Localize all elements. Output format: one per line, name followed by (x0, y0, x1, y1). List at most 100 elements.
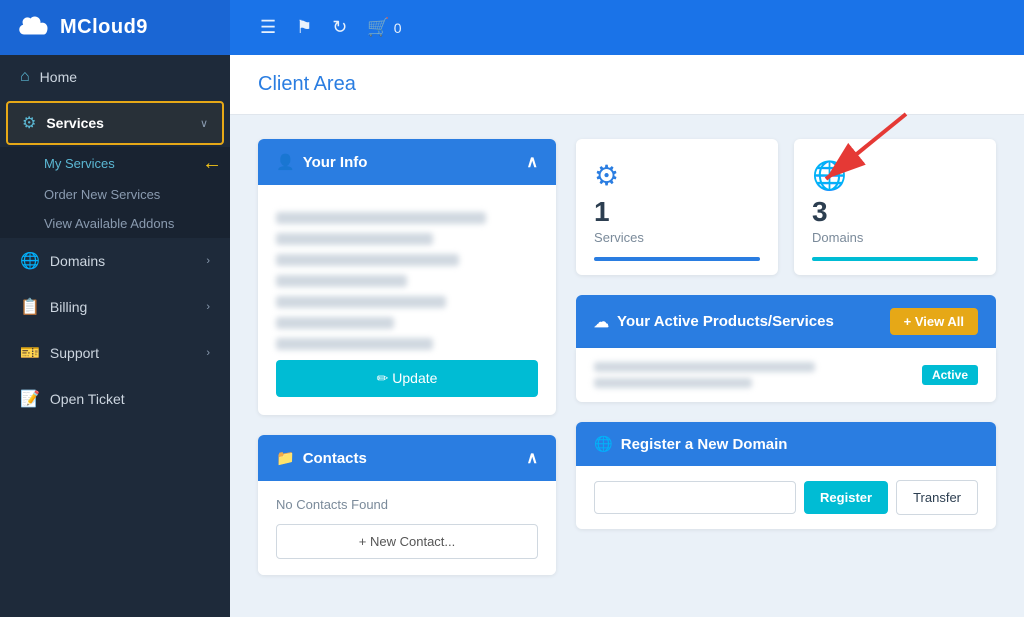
view-all-button[interactable]: + View All (890, 308, 978, 335)
logo-icon (16, 16, 52, 40)
view-addons-label: View Available Addons (44, 216, 174, 231)
yellow-arrow-annotation: ← (202, 152, 222, 175)
active-products-body: Active (576, 348, 996, 402)
your-info-collapse-btn[interactable]: ∧ (526, 152, 538, 172)
support-icon: 🎫 (20, 343, 40, 363)
order-new-label: Order New Services (44, 187, 160, 202)
contacts-header-left: 📁 Contacts (276, 449, 367, 467)
sidebar-item-domains[interactable]: 🌐 Domains › (0, 238, 230, 284)
contacts-collapse-btn[interactable]: ∧ (526, 448, 538, 468)
domains-stat-label: Domains (812, 230, 863, 245)
services-gear-icon: ⚙ (22, 113, 36, 133)
sidebar: ⌂ Home ⚙ Services ∨ My Services ← Order … (0, 55, 230, 617)
active-products-icon: ☁ (594, 313, 609, 331)
right-column: ⚙ 1 Services 🌐 3 Domains (576, 139, 996, 595)
contacts-body: No Contacts Found + New Contact... (258, 481, 556, 575)
sidebar-domains-label: Domains (50, 253, 196, 269)
your-info-body: ✏ Update (258, 185, 556, 415)
domains-stat-card: 🌐 3 Domains (794, 139, 996, 275)
page-title: Client Area (258, 73, 356, 95)
stats-section: ⚙ 1 Services 🌐 3 Domains (576, 139, 996, 275)
nav-icons: ☰ ⚑ ↻ 🛒 0 (260, 17, 402, 38)
new-contact-button[interactable]: + New Contact... (276, 524, 538, 559)
sidebar-item-my-services[interactable]: My Services ← (0, 147, 230, 180)
services-submenu: My Services ← Order New Services View Av… (0, 147, 230, 238)
contacts-card: 📁 Contacts ∧ No Contacts Found + New Con… (258, 435, 556, 575)
product-line-1 (594, 362, 815, 372)
sidebar-item-home[interactable]: ⌂ Home (0, 55, 230, 99)
update-button[interactable]: ✏ Update (276, 360, 538, 397)
info-line-4 (276, 275, 407, 287)
refresh-button[interactable]: ↻ (332, 17, 347, 38)
services-stat-card: ⚙ 1 Services (576, 139, 778, 275)
sidebar-item-billing[interactable]: 📋 Billing › (0, 284, 230, 330)
cart-button[interactable]: 🛒 0 (367, 17, 401, 38)
my-services-label: My Services (44, 156, 115, 171)
product-info (594, 362, 910, 388)
logo-area: MCloud9 (0, 0, 230, 55)
cart-count: 0 (394, 20, 402, 36)
ticket-icon: 📝 (20, 389, 40, 409)
services-chevron-icon: ∨ (200, 117, 208, 130)
sidebar-item-order-new[interactable]: Order New Services (0, 180, 230, 209)
no-contacts-text: No Contacts Found (276, 497, 538, 512)
your-info-title: Your Info (303, 154, 368, 171)
cart-icon: 🛒 (367, 17, 389, 38)
domains-progress-bar (812, 257, 978, 261)
active-status-badge: Active (922, 365, 978, 385)
sidebar-support-label: Support (50, 345, 196, 361)
services-stat-label: Services (594, 230, 644, 245)
support-chevron-icon: › (206, 347, 210, 359)
flag-button[interactable]: ⚑ (296, 17, 312, 38)
info-line-1 (276, 212, 486, 224)
page-header: Client Area (230, 55, 1024, 115)
user-icon: 👤 (276, 153, 295, 171)
domains-stat-icon: 🌐 (812, 159, 847, 192)
app-name: MCloud9 (60, 16, 148, 39)
content-area: Client Area 👤 Your Info ∧ (230, 55, 1024, 617)
sidebar-item-open-ticket[interactable]: 📝 Open Ticket (0, 376, 230, 422)
globe-icon: 🌐 (20, 251, 40, 271)
services-stat-icon: ⚙ (594, 159, 619, 192)
your-info-header-left: 👤 Your Info (276, 153, 367, 171)
domain-search-input[interactable] (594, 481, 796, 514)
active-products-title-area: ☁ Your Active Products/Services (594, 313, 834, 331)
sidebar-billing-label: Billing (50, 299, 196, 315)
left-column: 👤 Your Info ∧ ✏ Update (258, 139, 556, 595)
your-info-card: 👤 Your Info ∧ ✏ Update (258, 139, 556, 415)
register-domain-button[interactable]: Register (804, 481, 888, 514)
info-line-6 (276, 317, 394, 329)
folder-icon: 📁 (276, 449, 295, 467)
register-domain-body: Register Transfer (576, 466, 996, 529)
services-count: 1 (594, 198, 610, 226)
transfer-domain-button[interactable]: Transfer (896, 480, 978, 515)
sidebar-item-support[interactable]: 🎫 Support › (0, 330, 230, 376)
contacts-title: Contacts (303, 450, 367, 467)
sidebar-home-label: Home (40, 69, 210, 85)
info-line-7 (276, 338, 433, 350)
info-line-5 (276, 296, 446, 308)
register-domain-header: 🌐 Register a New Domain (576, 422, 996, 466)
sidebar-open-ticket-label: Open Ticket (50, 391, 210, 407)
billing-chevron-icon: › (206, 301, 210, 313)
hamburger-menu-button[interactable]: ☰ (260, 17, 276, 38)
your-info-header: 👤 Your Info ∧ (258, 139, 556, 185)
sidebar-item-services[interactable]: ⚙ Services ∨ (6, 101, 224, 145)
info-line-3 (276, 254, 459, 266)
active-products-header: ☁ Your Active Products/Services + View A… (576, 295, 996, 348)
top-navbar: MCloud9 ☰ ⚑ ↻ 🛒 0 (0, 0, 1024, 55)
register-domain-title: Register a New Domain (621, 436, 788, 453)
domains-count: 3 (812, 198, 828, 226)
active-products-title: Your Active Products/Services (617, 313, 834, 330)
domain-register-icon: 🌐 (594, 435, 613, 453)
billing-icon: 📋 (20, 297, 40, 317)
contacts-header: 📁 Contacts ∧ (258, 435, 556, 481)
product-line-2 (594, 378, 752, 388)
content-body: 👤 Your Info ∧ ✏ Update (230, 115, 1024, 617)
services-progress-bar (594, 257, 760, 261)
domains-chevron-icon: › (206, 255, 210, 267)
sidebar-item-view-addons[interactable]: View Available Addons (0, 209, 230, 238)
main-layout: ⌂ Home ⚙ Services ∨ My Services ← Order … (0, 55, 1024, 617)
sidebar-services-label: Services (46, 115, 190, 131)
stats-row: ⚙ 1 Services 🌐 3 Domains (576, 139, 996, 275)
